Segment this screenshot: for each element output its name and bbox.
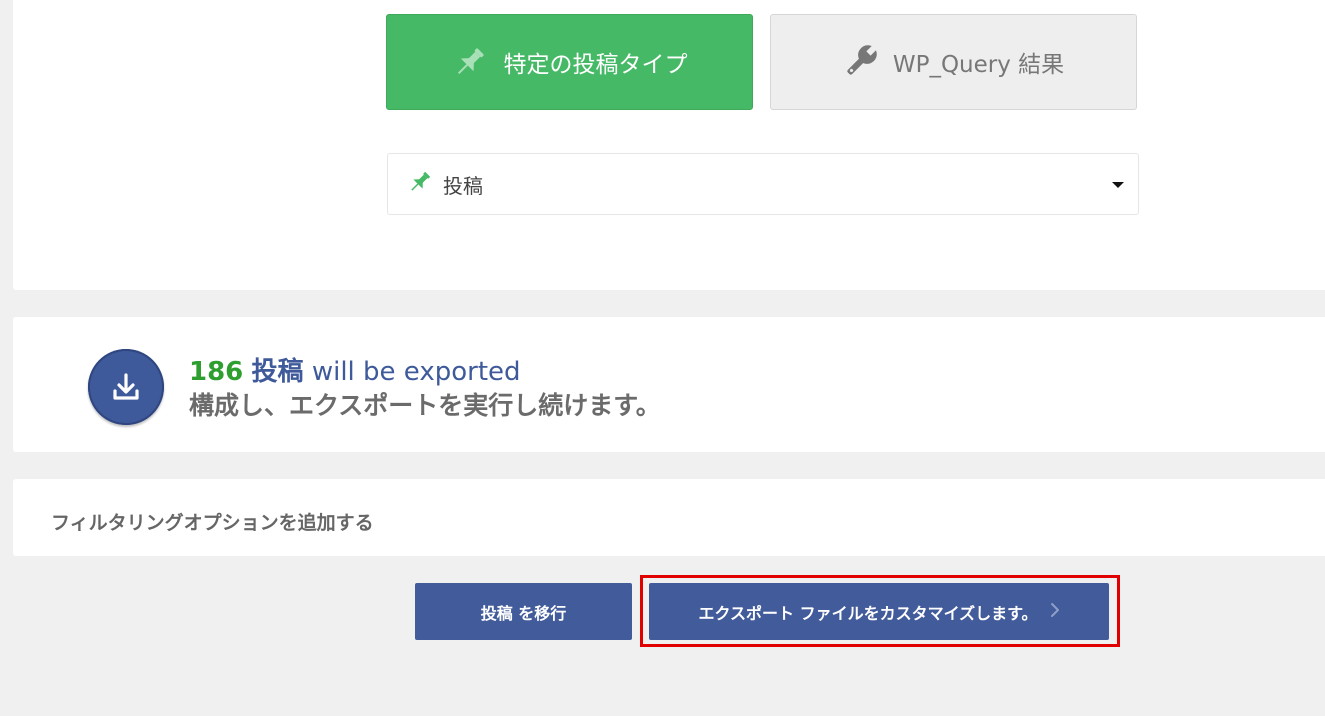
specific-post-type-label: 特定の投稿タイプ: [503, 52, 688, 78]
pushpin-icon: [452, 44, 488, 80]
customize-export-file-label: エクスポート ファイルをカスタマイズします。: [698, 603, 1038, 623]
wp-query-results-label: WP_Query 結果: [892, 52, 1065, 78]
customize-export-file-button[interactable]: エクスポート ファイルをカスタマイズします。: [649, 583, 1109, 640]
chevron-right-icon: [1050, 602, 1060, 622]
migrate-posts-label: 投稿 を移行: [480, 603, 567, 623]
export-count-heading: 186 投稿 will be exported: [189, 351, 521, 388]
wrench-icon: [843, 45, 877, 79]
export-post-type: 投稿: [251, 357, 304, 387]
export-count-suffix: will be exported: [303, 357, 521, 387]
add-filtering-options-toggle[interactable]: フィルタリングオプションを追加する: [51, 508, 374, 535]
export-subtitle: 構成し、エクスポートを実行し続けます。: [189, 391, 661, 420]
specific-post-type-button[interactable]: 特定の投稿タイプ: [386, 14, 753, 110]
post-type-dropdown[interactable]: 投稿: [387, 153, 1139, 215]
wp-query-results-button[interactable]: WP_Query 結果: [770, 14, 1137, 110]
caret-down-icon: [1112, 182, 1124, 188]
export-download-icon: [88, 349, 164, 425]
pushpin-icon: [407, 169, 433, 200]
migrate-posts-button[interactable]: 投稿 を移行: [415, 583, 632, 640]
export-count-number: 186: [189, 357, 244, 387]
dropdown-selected-value: 投稿: [443, 173, 483, 198]
